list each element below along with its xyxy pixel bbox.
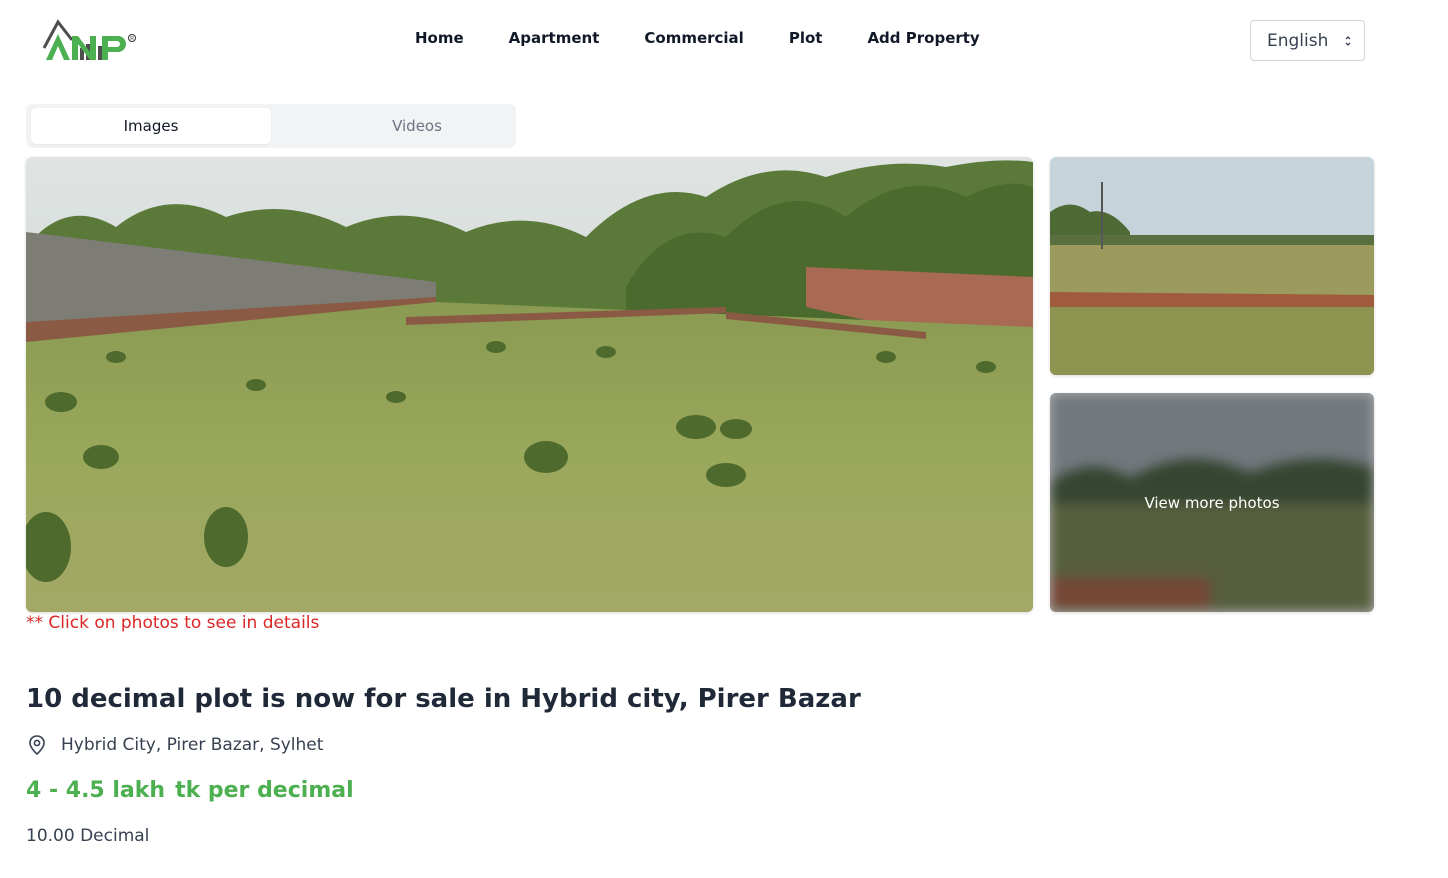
price-range: 4 - 4.5 lakh [26,778,166,803]
select-arrows-icon [1345,36,1351,46]
nav-home[interactable]: Home [415,29,464,47]
main-photo[interactable] [26,157,1033,612]
nav-add-property[interactable]: Add Property [867,29,979,47]
photo-hint: ** Click on photos to see in details [26,613,320,633]
media-tabs: Images Videos [26,104,516,148]
nav-plot[interactable]: Plot [789,29,823,47]
site-logo[interactable]: R [42,18,138,64]
language-select-value: English [1267,30,1329,51]
listing-price: 4 - 4.5 lakh tk per decimal [26,778,354,803]
tab-videos[interactable]: Videos [297,108,537,144]
nav-apartment[interactable]: Apartment [509,29,600,47]
tab-images[interactable]: Images [31,108,271,144]
main-nav: Home Apartment Commercial Plot Add Prope… [415,29,980,47]
thumbnail-photo[interactable] [1050,157,1374,375]
price-unit: tk per decimal [175,778,354,803]
nav-commercial[interactable]: Commercial [644,29,743,47]
view-more-photos-label: View more photos [1144,493,1280,512]
map-pin-icon [29,735,45,756]
view-more-photos-tile[interactable]: View more photos [1050,393,1374,612]
listing-location: Hybrid City, Pirer Bazar, Sylhet [26,734,323,756]
location-text: Hybrid City, Pirer Bazar, Sylhet [61,735,324,755]
view-more-overlay: View more photos [1050,393,1374,612]
svg-text:R: R [130,36,134,42]
listing-title: 10 decimal plot is now for sale in Hybri… [26,684,861,714]
site-header: R Home Apartment Commercial Plot Add Pro… [0,0,1448,80]
language-select[interactable]: English [1250,20,1365,61]
listing-size: 10.00 Decimal [26,826,150,846]
